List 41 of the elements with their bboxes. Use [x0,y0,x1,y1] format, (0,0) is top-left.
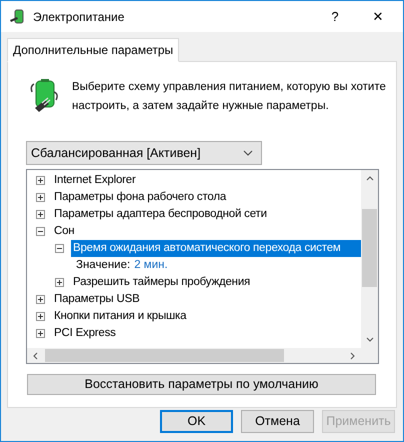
expand-icon[interactable] [36,312,45,321]
value-label: Значение: [76,258,130,273]
collapse-icon[interactable] [55,244,64,253]
dialog-button[interactable]: OK [160,410,233,433]
expand-icon[interactable] [55,278,64,287]
chevron-down-icon [243,150,253,156]
value-link[interactable]: 2 мин. [134,256,168,274]
tree-item[interactable]: Кнопки питания и крышка [52,308,186,325]
collapse-icon[interactable] [36,227,45,236]
chevron-right-icon[interactable] [350,352,355,360]
scrollbar-thumb[interactable] [362,209,377,287]
tree-item[interactable]: Параметры адаптера беспроводной сети [52,206,267,223]
help-button[interactable]: ? [315,1,355,32]
settings-tree[interactable] [26,169,379,364]
horizontal-scrollbar[interactable] [27,348,361,363]
plan-dropdown[interactable]: Сбалансированная [Активен] [26,141,262,165]
close-button[interactable]: ✕ [355,1,401,32]
expand-icon[interactable] [36,210,45,219]
battery-plug-icon [9,8,25,24]
vertical-scrollbar[interactable] [361,170,378,348]
dialog-button[interactable]: Отмена [241,410,314,433]
tree-item[interactable]: Сон [52,223,74,240]
tree-item[interactable]: Разрешить таймеры пробуждения [71,274,250,291]
battery-plug-icon [28,78,60,112]
window-title: Электропитание [33,8,124,26]
tree-item[interactable]: Internet Explorer [52,172,136,189]
description-text: Выберите схему управления питанием, которую вы хотите настроить, а затем задайте нужные параметры. [72,80,387,114]
expand-icon[interactable] [36,176,45,185]
expand-icon[interactable] [36,329,45,338]
tree-item[interactable]: PCI Express [52,325,116,342]
expand-icon[interactable] [36,295,45,304]
tab[interactable]: Дополнительные параметры [7,38,180,62]
scrollbar-thumb[interactable] [45,349,284,362]
chevron-down-icon[interactable] [366,337,374,342]
tree-item[interactable]: Время ожидания автоматического перехода систем [71,240,361,257]
restore-defaults-button[interactable]: Восстановить параметры по умолчанию [27,374,376,395]
chevron-up-icon[interactable] [366,176,374,181]
chevron-left-icon[interactable] [33,352,38,360]
expand-icon[interactable] [36,193,45,202]
tree-item[interactable]: Параметры фона рабочего стола [52,189,226,206]
tree-item[interactable]: Параметры USB [52,291,140,308]
